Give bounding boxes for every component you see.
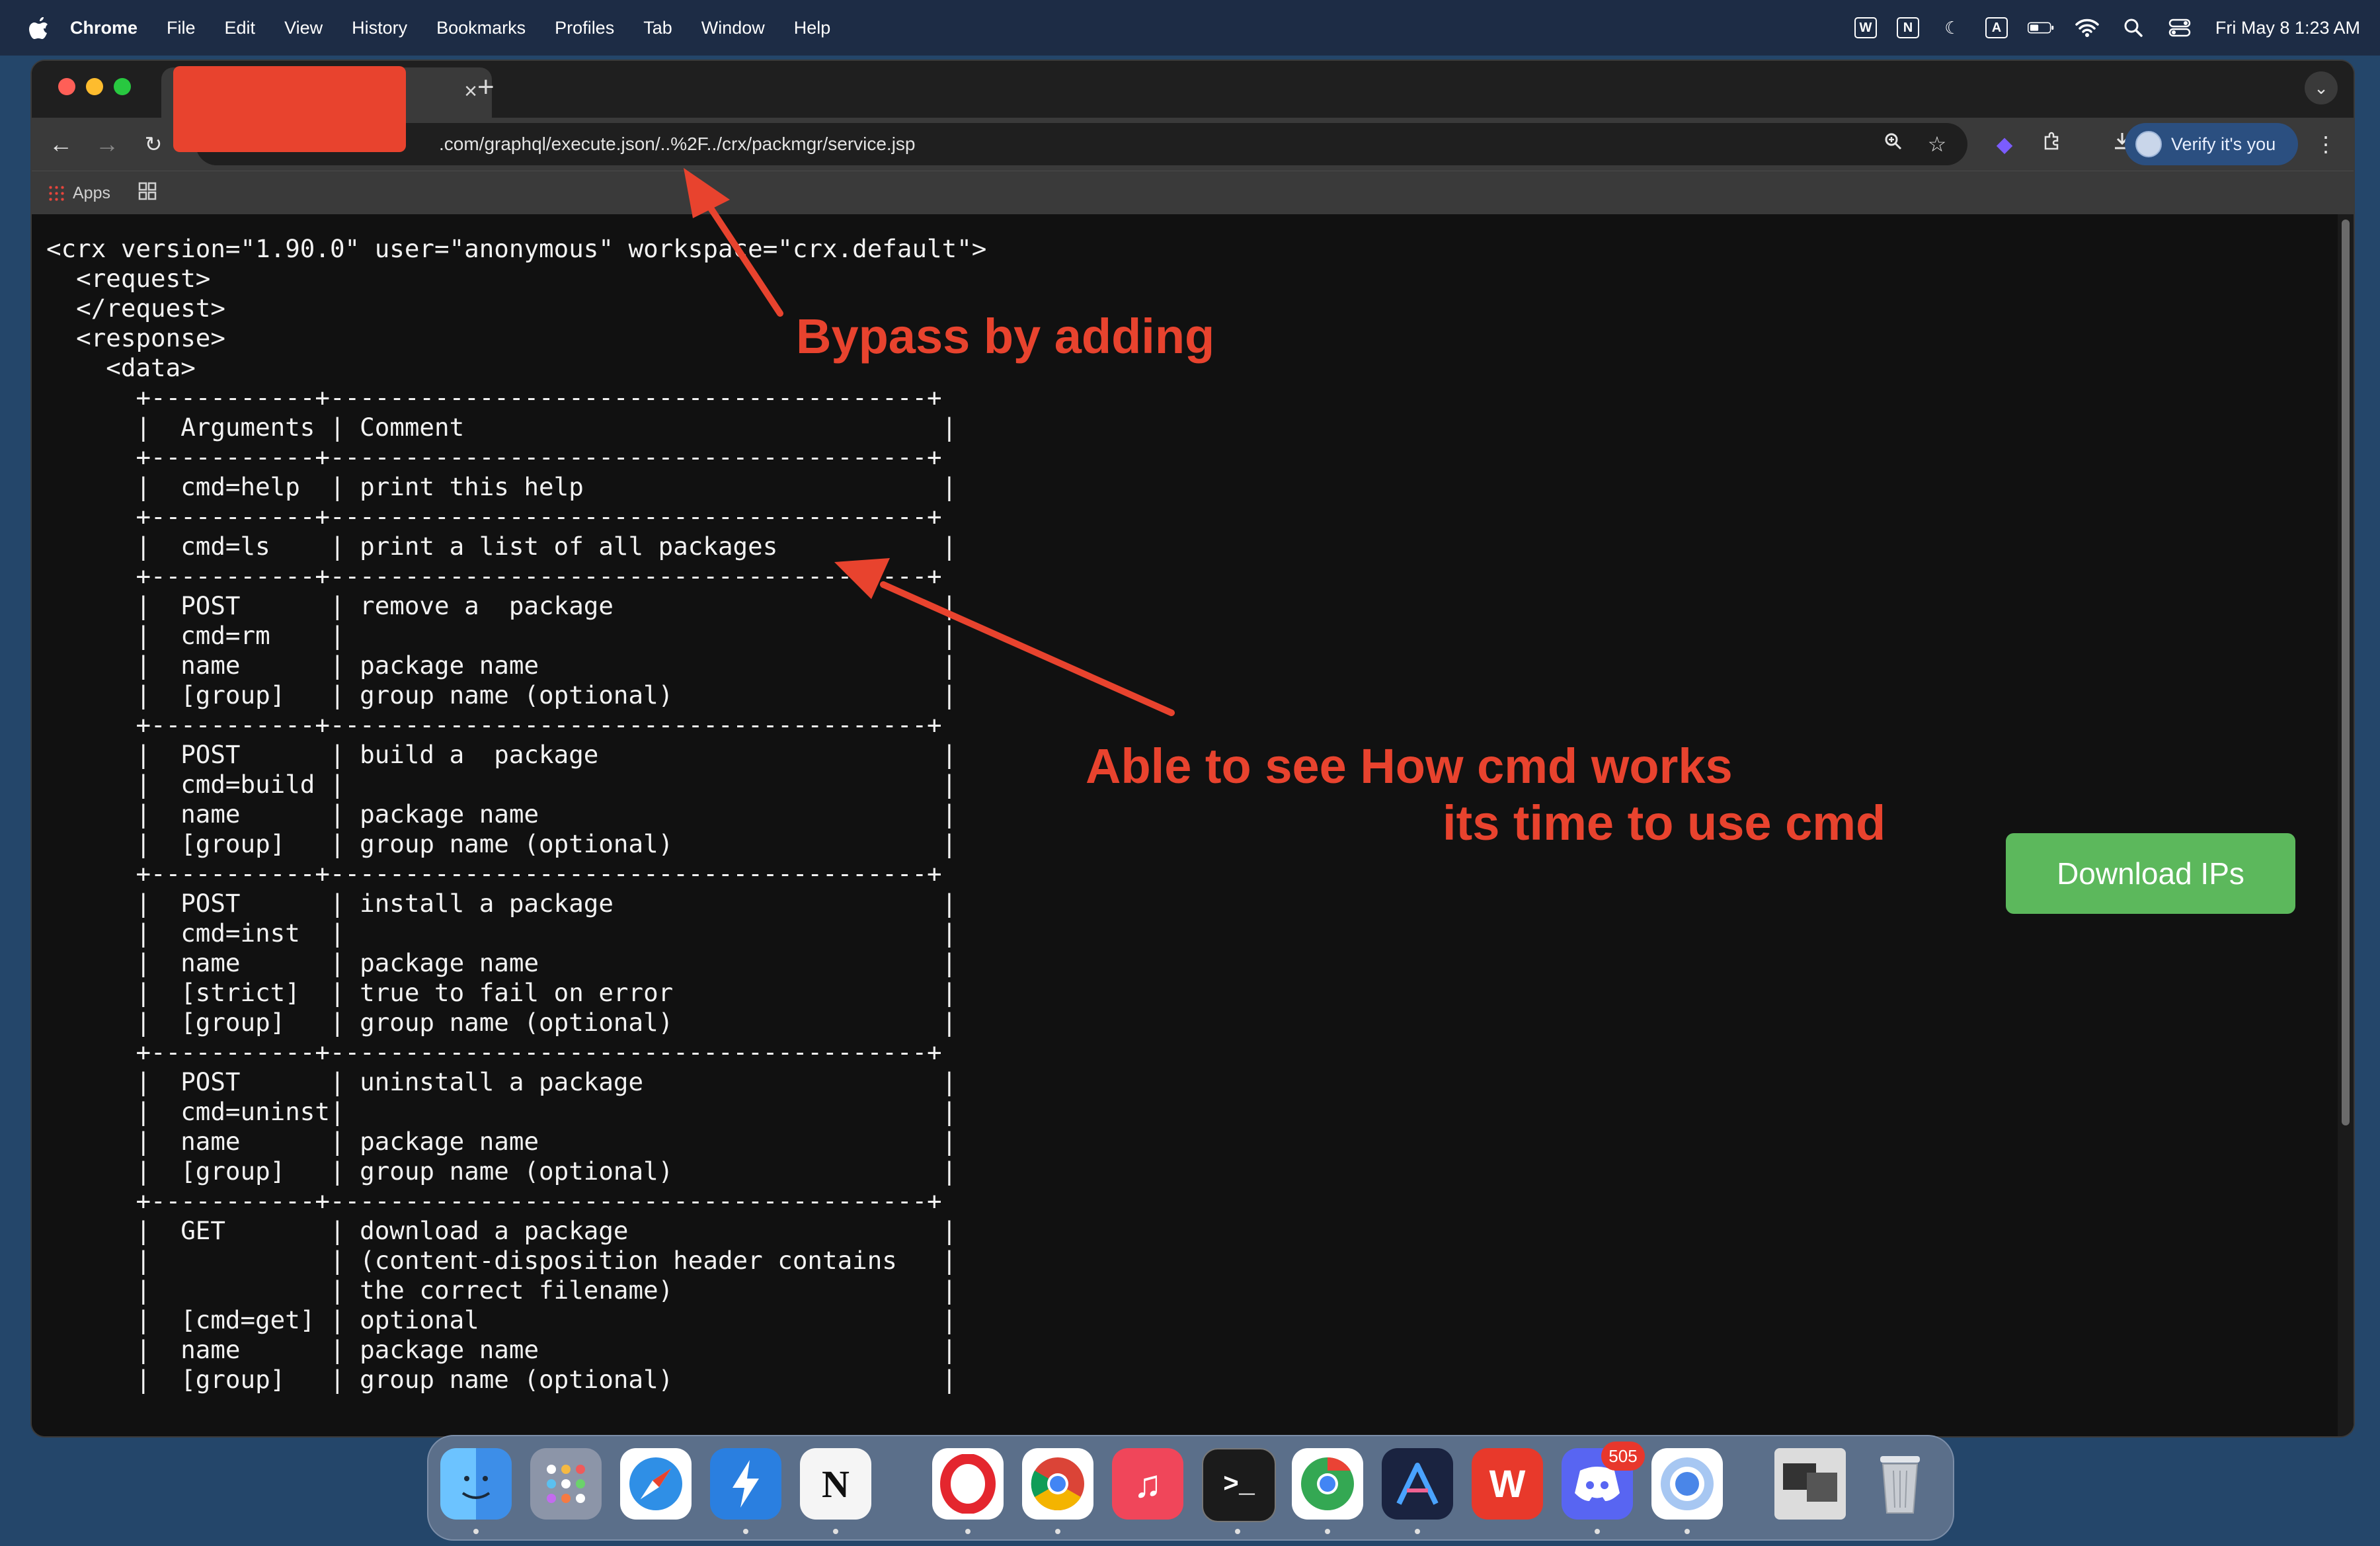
menu-file[interactable]: File bbox=[167, 18, 196, 38]
zoom-magnifier-icon[interactable] bbox=[1879, 130, 1908, 159]
menubar-clock[interactable]: Fri May 8 1:23 AM bbox=[2215, 18, 2360, 38]
arc-like-icon[interactable] bbox=[1382, 1448, 1453, 1520]
redaction-block bbox=[173, 66, 406, 152]
notion-menubar-icon[interactable]: N bbox=[1896, 17, 1919, 38]
apps-grid-icon[interactable] bbox=[48, 184, 65, 202]
verify-label: Verify it's you bbox=[2171, 134, 2276, 154]
dock-dot-chromium bbox=[1685, 1529, 1690, 1534]
menu-edit[interactable]: Edit bbox=[225, 18, 256, 38]
scrollbar-thumb[interactable] bbox=[2342, 220, 2350, 1125]
keyboard-a-icon[interactable]: A bbox=[1985, 17, 2008, 38]
menu-window[interactable]: Window bbox=[701, 18, 765, 38]
control-center-icon[interactable] bbox=[2166, 15, 2193, 41]
menu-bookmarks[interactable]: Bookmarks bbox=[436, 18, 526, 38]
macos-menu-bar: Chrome File Edit View History Bookmarks … bbox=[0, 0, 2380, 56]
bookmark-apps[interactable]: Apps bbox=[73, 171, 110, 215]
dock-dot-finder bbox=[473, 1529, 479, 1534]
dock-dot-spark bbox=[743, 1529, 748, 1534]
menu-view[interactable]: View bbox=[284, 18, 323, 38]
annotation-cmd-works: Able to see How cmd works bbox=[1086, 739, 1733, 793]
reload-icon[interactable]: ↻ bbox=[139, 130, 168, 159]
opera-icon[interactable] bbox=[932, 1448, 1004, 1520]
wps-office-icon[interactable]: W bbox=[1472, 1448, 1543, 1520]
safari-icon[interactable] bbox=[620, 1448, 692, 1520]
dock-dot-chrome bbox=[1055, 1529, 1060, 1534]
music-icon[interactable]: ♫ bbox=[1112, 1448, 1183, 1520]
tab-groups-icon[interactable] bbox=[136, 182, 159, 204]
window-zoom-button[interactable] bbox=[114, 78, 131, 95]
trash-icon[interactable] bbox=[1864, 1448, 1936, 1520]
bookmark-star-icon[interactable]: ☆ bbox=[1923, 130, 1952, 159]
address-bar[interactable]: .com/graphql/execute.json/..%2F../crx/pa… bbox=[196, 123, 1967, 165]
url-text[interactable]: .com/graphql/execute.json/..%2F../crx/pa… bbox=[439, 123, 916, 165]
extensions-puzzle-icon[interactable] bbox=[2038, 130, 2067, 159]
menu-history[interactable]: History bbox=[352, 18, 407, 38]
bookmarks-bar: Apps bbox=[32, 171, 2354, 215]
dock-dot-terminal bbox=[1235, 1529, 1240, 1534]
menu-help[interactable]: Help bbox=[794, 18, 831, 38]
macos-dock: N ♫ >_ W 505 bbox=[427, 1435, 1954, 1541]
wifi-icon[interactable] bbox=[2074, 15, 2100, 41]
chromium-icon[interactable] bbox=[1651, 1448, 1723, 1520]
finder-icon[interactable] bbox=[440, 1448, 512, 1520]
tab-close-icon[interactable]: × bbox=[464, 79, 477, 103]
window-preview-icon[interactable] bbox=[1774, 1448, 1846, 1520]
chrome-2-icon[interactable] bbox=[1292, 1448, 1363, 1520]
tab-search-chevron-icon[interactable]: ⌄ bbox=[2305, 71, 2338, 104]
spark-icon[interactable] bbox=[710, 1448, 781, 1520]
window-close-button[interactable] bbox=[58, 78, 75, 95]
search-icon[interactable] bbox=[2120, 15, 2147, 41]
notion-icon[interactable]: N bbox=[800, 1448, 871, 1520]
menu-tab[interactable]: Tab bbox=[643, 18, 672, 38]
moon-icon[interactable]: ☾ bbox=[1939, 15, 1965, 41]
window-minimize-button[interactable] bbox=[86, 78, 103, 95]
dock-dot-discord bbox=[1595, 1529, 1600, 1534]
terminal-icon[interactable]: >_ bbox=[1202, 1448, 1276, 1522]
new-tab-button[interactable]: + bbox=[477, 73, 495, 102]
forward-arrow-icon[interactable]: → bbox=[93, 130, 122, 159]
more-menu-icon[interactable]: ⋮ bbox=[2311, 130, 2340, 159]
launchpad-icon[interactable] bbox=[530, 1448, 602, 1520]
chrome-icon[interactable] bbox=[1022, 1448, 1093, 1520]
menu-app-chrome[interactable]: Chrome bbox=[70, 18, 138, 38]
dock-dot-notion bbox=[833, 1529, 838, 1534]
battery-icon[interactable] bbox=[2027, 15, 2054, 41]
crx-service-response: <crx version="1.90.0" user="anonymous" w… bbox=[46, 234, 987, 1394]
back-arrow-icon[interactable]: ← bbox=[46, 130, 75, 159]
dock-dot-opera bbox=[965, 1529, 971, 1534]
profile-avatar bbox=[2135, 131, 2162, 157]
menu-profiles[interactable]: Profiles bbox=[555, 18, 614, 38]
extension-diamond-icon[interactable]: ◆ bbox=[1990, 130, 2019, 159]
page-content: <crx version="1.90.0" user="anonymous" w… bbox=[32, 214, 2354, 1436]
apple-menu-icon[interactable] bbox=[26, 15, 50, 41]
dock-dot-chrome-2 bbox=[1325, 1529, 1330, 1534]
page-scrollbar[interactable] bbox=[2338, 214, 2354, 1436]
download-ips-button[interactable]: Download IPs bbox=[2006, 833, 2295, 914]
wps-menubar-icon[interactable]: W bbox=[1854, 17, 1877, 38]
verify-profile-button[interactable]: Verify it's you bbox=[2125, 123, 2298, 165]
dock-dot-arc bbox=[1415, 1529, 1420, 1534]
annotation-use-cmd: its time to use cmd bbox=[1443, 795, 1886, 850]
discord-badge: 505 bbox=[1601, 1442, 1645, 1471]
annotation-bypass: Bypass by adding bbox=[796, 309, 1215, 364]
